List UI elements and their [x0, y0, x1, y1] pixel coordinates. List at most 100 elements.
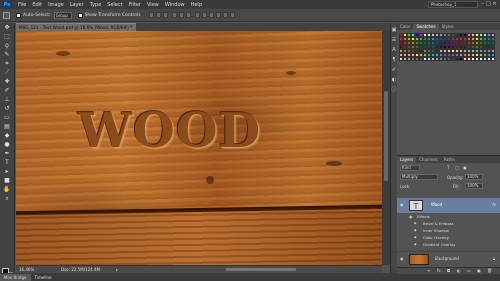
- visibility-eye-icon[interactable]: ◉: [400, 256, 405, 261]
- effect-eye-icon[interactable]: ◉: [414, 221, 419, 226]
- canvas[interactable]: WOOD: [16, 31, 382, 265]
- history-brush-tool-icon[interactable]: ↺: [3, 105, 12, 113]
- gradient-tool-icon[interactable]: ▤: [3, 123, 12, 131]
- zoom-level[interactable]: 16.46%: [19, 266, 34, 273]
- effect-gradient-overlay[interactable]: Gradient Overlay: [423, 242, 456, 247]
- tab-styles[interactable]: Styles: [439, 24, 457, 30]
- adjustment-layer-icon[interactable]: ◐: [457, 268, 461, 273]
- menu-file[interactable]: File: [18, 2, 26, 8]
- eyedropper-tool-icon[interactable]: ⟋: [3, 69, 12, 77]
- fx-icon[interactable]: fx: [492, 202, 496, 207]
- hand-tool-icon[interactable]: ✋: [3, 186, 12, 194]
- status-menu-arrow-icon[interactable]: ▸: [116, 266, 118, 273]
- vertical-scroll-thumb[interactable]: [384, 91, 388, 181]
- layer-row-wood[interactable]: ◉ T Wood fx: [397, 198, 500, 213]
- close-icon[interactable]: ✕: [492, 1, 497, 7]
- menu-image[interactable]: Image: [48, 2, 64, 8]
- clone-stamp-tool-icon[interactable]: ⊥: [3, 96, 12, 104]
- auto-select-dropdown[interactable]: Group: [53, 11, 72, 19]
- character-icon[interactable]: A: [392, 47, 397, 53]
- document-tab[interactable]: MSG_121 - Text Wood.psd @ 16.6% (Wood, R…: [16, 23, 136, 31]
- vertical-scrollbar[interactable]: [382, 31, 390, 265]
- visibility-eye-icon[interactable]: ◉: [400, 202, 405, 207]
- pen-tool-icon[interactable]: ✒: [3, 150, 12, 158]
- move-tool-preset-icon[interactable]: [3, 11, 10, 19]
- align-right-icon[interactable]: [185, 12, 191, 18]
- auto-select-checkbox[interactable]: [16, 12, 21, 18]
- effect-eye-icon[interactable]: ◉: [414, 228, 419, 233]
- align-center-icon[interactable]: [178, 12, 184, 18]
- new-group-icon[interactable]: ▭: [467, 268, 471, 273]
- quick-select-tool-icon[interactable]: ✎: [3, 51, 12, 59]
- distribute-bottom-icon[interactable]: [208, 12, 214, 18]
- menu-filter[interactable]: Filter: [129, 2, 141, 8]
- brush-panel-icon[interactable]: ✐: [392, 67, 397, 73]
- align-bottom-icon[interactable]: [162, 12, 168, 18]
- shape-tool-icon[interactable]: ■: [3, 177, 12, 185]
- menu-select[interactable]: Select: [107, 2, 122, 8]
- menu-edit[interactable]: Edit: [32, 2, 42, 8]
- tab-paths[interactable]: Paths: [441, 157, 458, 163]
- menu-help[interactable]: Help: [191, 2, 202, 8]
- crop-tool-icon[interactable]: ⌗: [3, 60, 12, 68]
- fill-input[interactable]: 100%: [465, 183, 483, 189]
- filter-shape-icon[interactable]: □: [455, 165, 459, 170]
- zoom-tool-icon[interactable]: ⌕: [3, 195, 12, 203]
- healing-brush-tool-icon[interactable]: ✚: [3, 78, 12, 86]
- align-left-icon[interactable]: [171, 12, 177, 18]
- blend-mode-select[interactable]: Multiply: [400, 174, 438, 180]
- info-icon[interactable]: ⓘ: [392, 87, 397, 93]
- eraser-tool-icon[interactable]: ▭: [3, 114, 12, 122]
- distribute-right-icon[interactable]: [229, 12, 235, 18]
- align-middle-icon[interactable]: [155, 12, 161, 18]
- filter-smart-icon[interactable]: ▣: [463, 165, 467, 170]
- kind-filter-select[interactable]: Kind: [400, 165, 420, 171]
- menu-layer[interactable]: Layer: [70, 2, 84, 8]
- dodge-tool-icon[interactable]: ●: [3, 141, 12, 149]
- restore-icon[interactable]: □: [486, 1, 491, 7]
- marquee-tool-icon[interactable]: ⬚: [3, 33, 12, 41]
- tab-channels[interactable]: Channels: [416, 157, 441, 163]
- lasso-tool-icon[interactable]: ϙ: [3, 42, 12, 50]
- workspace-select[interactable]: Photoshop_1: [428, 1, 478, 8]
- effect-eye-icon[interactable]: ◉: [414, 235, 419, 240]
- distribute-center-icon[interactable]: [222, 12, 228, 18]
- properties-icon[interactable]: ☰: [392, 37, 397, 43]
- new-layer-icon[interactable]: ▣: [477, 268, 481, 273]
- effect-eye-icon[interactable]: ◉: [414, 242, 419, 247]
- tab-layers[interactable]: Layers: [397, 157, 417, 163]
- effects-eye-icon[interactable]: ◉: [409, 214, 414, 219]
- filter-type-icon[interactable]: T: [447, 165, 449, 170]
- delete-layer-icon[interactable]: 🗑︎: [487, 268, 492, 273]
- effect-bevel-emboss[interactable]: Bevel & Emboss: [423, 221, 454, 226]
- brush-tool-icon[interactable]: ✐: [3, 87, 12, 95]
- align-top-icon[interactable]: [148, 12, 154, 18]
- tab-swatches[interactable]: Swatches: [413, 24, 439, 30]
- horizontal-scroll-thumb[interactable]: [226, 268, 296, 271]
- transform-controls-checkbox[interactable]: [77, 12, 83, 18]
- effect-inner-shadow[interactable]: Inner Shadow: [423, 228, 449, 233]
- layer-row-background[interactable]: ◉ Background 🔒︎: [397, 251, 500, 266]
- effect-color-overlay[interactable]: Color Overlay: [423, 235, 449, 240]
- blur-tool-icon[interactable]: ◆: [3, 132, 12, 140]
- move-tool-icon[interactable]: ✥: [3, 24, 12, 32]
- color-swatch[interactable]: [491, 57, 495, 61]
- type-tool-icon[interactable]: T: [3, 159, 12, 167]
- history-icon[interactable]: ▣: [392, 27, 397, 33]
- distribute-left-icon[interactable]: [215, 12, 221, 18]
- distribute-middle-icon[interactable]: [201, 12, 207, 18]
- menu-window[interactable]: Window: [165, 2, 185, 8]
- minimize-icon[interactable]: –: [480, 1, 485, 7]
- path-select-tool-icon[interactable]: ▸: [3, 168, 12, 176]
- tab-color[interactable]: Color: [397, 24, 413, 30]
- add-style-icon[interactable]: fx: [437, 268, 441, 273]
- distribute-top-icon[interactable]: [194, 12, 200, 18]
- paragraph-icon[interactable]: ¶: [392, 57, 397, 63]
- menu-view[interactable]: View: [147, 2, 159, 8]
- tab-timeline[interactable]: Timeline: [31, 274, 56, 281]
- add-mask-icon[interactable]: ◘: [447, 268, 450, 273]
- link-layers-icon[interactable]: ∞: [427, 268, 430, 273]
- opacity-input[interactable]: 100%: [465, 174, 483, 180]
- adjustments-icon[interactable]: ◐: [392, 77, 397, 83]
- menu-type[interactable]: Type: [90, 2, 101, 8]
